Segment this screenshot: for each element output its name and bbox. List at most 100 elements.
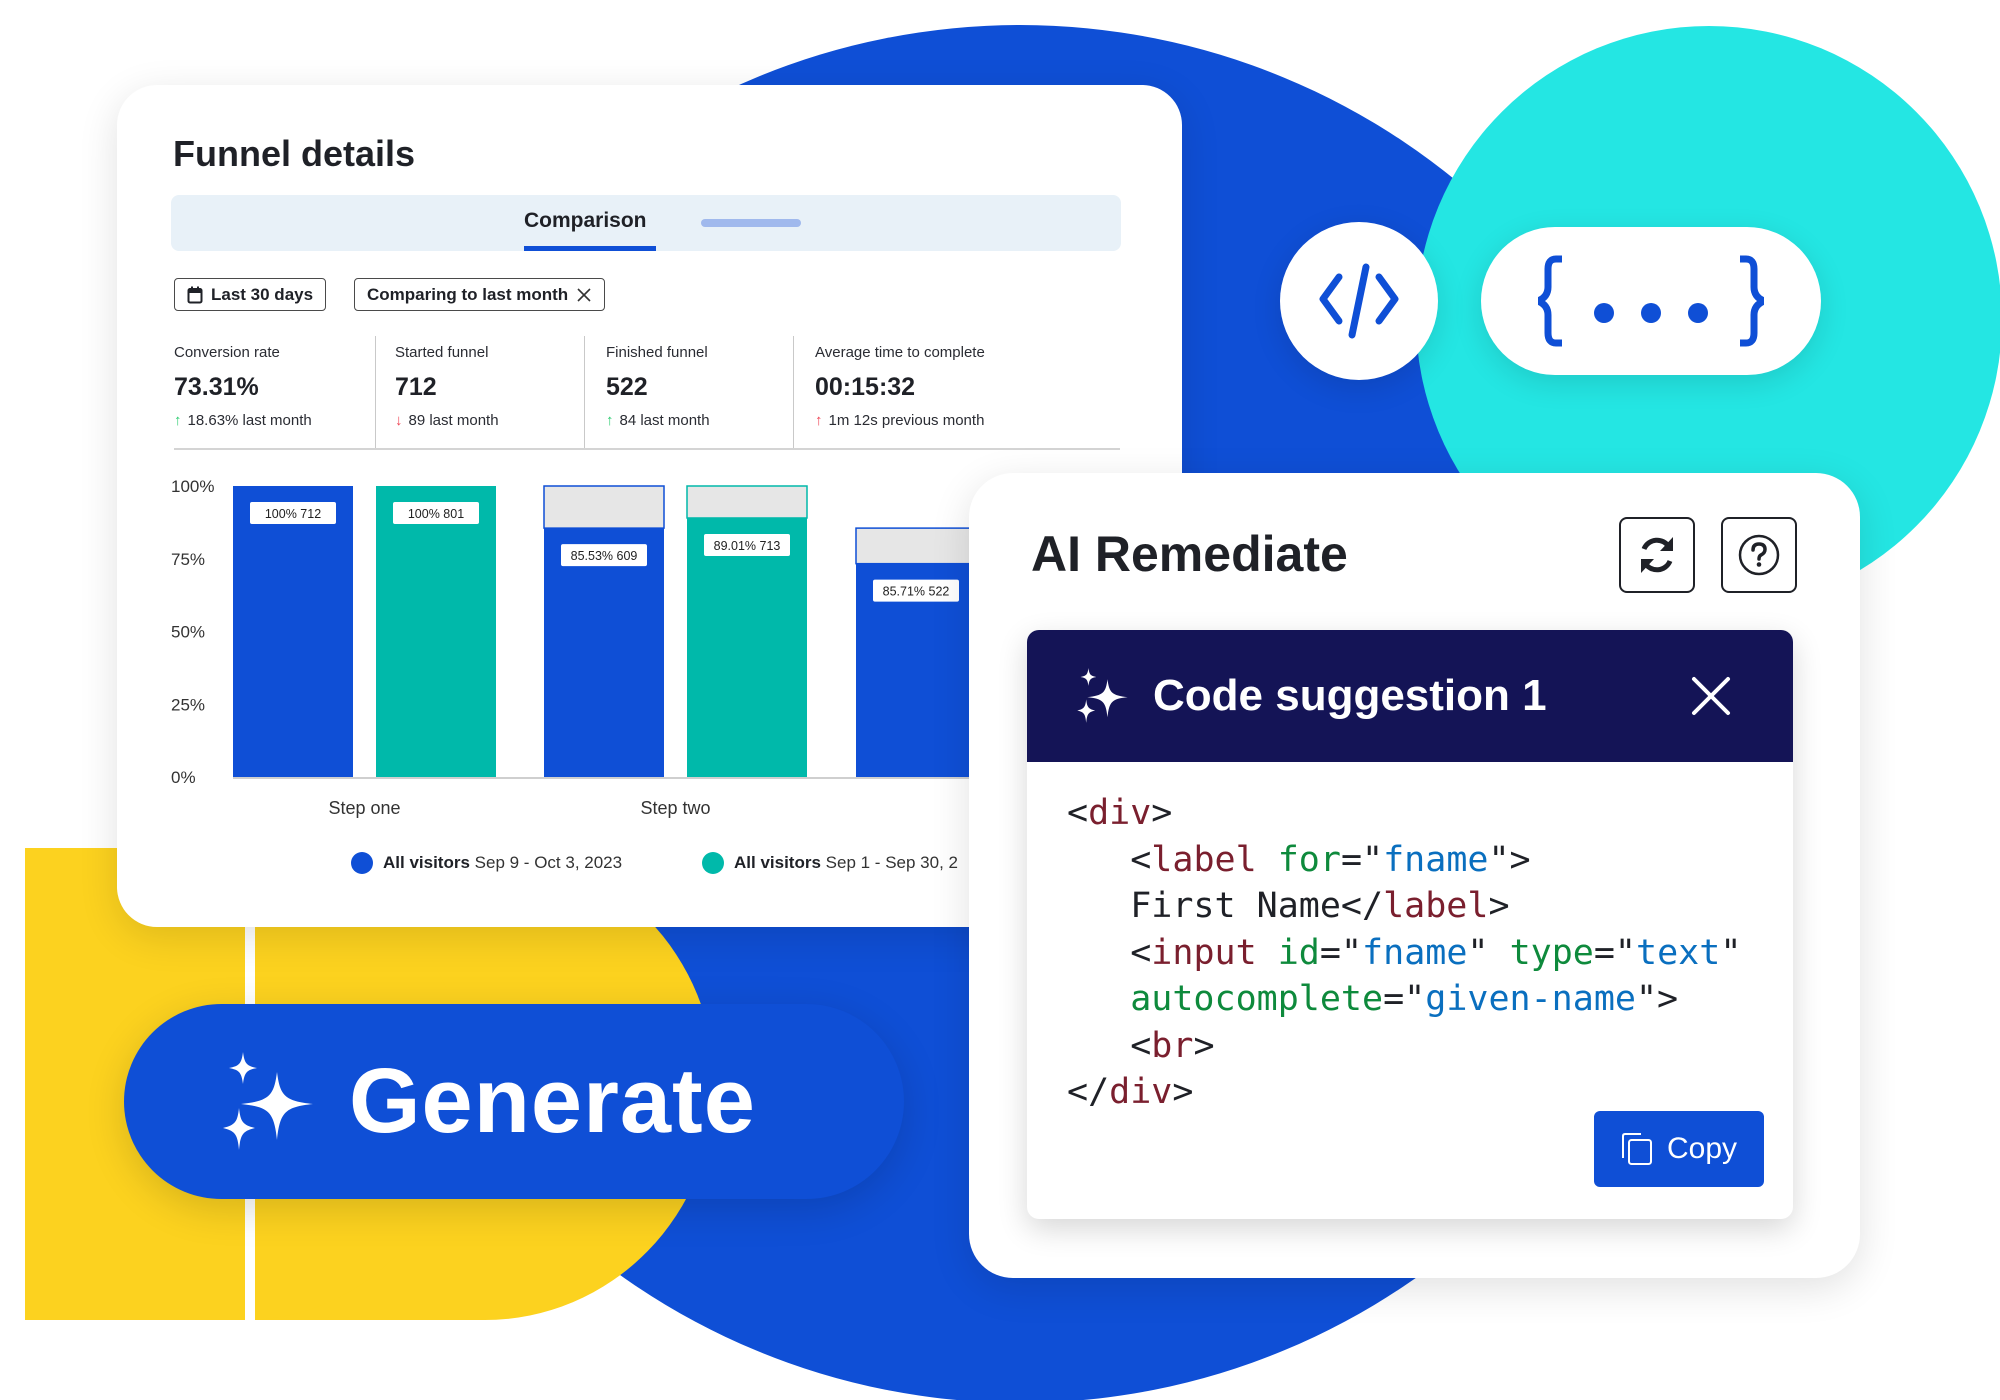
code-token-punc: >: [1172, 1072, 1194, 1112]
code-token-punc: >: [1488, 886, 1510, 926]
legend-range: Sep 1 - Sep 30, 2: [825, 853, 958, 872]
data-label-box: [561, 544, 647, 567]
tab-placeholder[interactable]: [701, 219, 801, 227]
data-label-box: [250, 502, 336, 524]
copy-label: Copy: [1666, 1132, 1738, 1165]
braces-icon: [1538, 255, 1764, 347]
stat-label: Conversion rate: [174, 344, 280, 361]
x-tick-label: Step two: [640, 798, 710, 818]
code-token-tag: div: [1109, 1072, 1173, 1112]
data-label: 100% 801: [408, 507, 464, 521]
data-label-box: [873, 579, 959, 602]
dropoff-bar: [855, 527, 977, 565]
date-range-label: Last 30 days: [211, 284, 314, 304]
stat-value: 712: [395, 373, 437, 401]
sparkles-icon: [1077, 668, 1128, 723]
generate-button[interactable]: Generate: [124, 1004, 904, 1199]
arrow-up-icon: ↑: [606, 412, 614, 429]
code-icon: [1319, 263, 1399, 339]
code-token-val: text: [1636, 932, 1721, 973]
stat-delta: 84 last month: [619, 412, 710, 429]
code-suggestion-panel: Code suggestion 1 <div> <label for="fnam…: [1027, 630, 1793, 1219]
stat-value: 00:15:32: [815, 373, 916, 401]
close-icon[interactable]: [1691, 676, 1731, 716]
tab-bar: Comparison: [171, 195, 1121, 251]
code-token-tag: br: [1151, 1025, 1194, 1066]
stat-delta: 89 last month: [408, 412, 499, 429]
code-line: <label for="fname">: [1067, 837, 1741, 884]
refresh-button[interactable]: [1619, 517, 1695, 593]
code-token-punc: ": [1720, 932, 1742, 973]
code-token-val: fname: [1383, 839, 1489, 880]
code-token-punc: </: [1067, 1072, 1110, 1112]
legend-dot-blue: [351, 852, 373, 874]
legend-range: Sep 9 - Oct 3, 2023: [474, 853, 623, 872]
code-token-val: fname: [1362, 932, 1468, 973]
code-token-attr: for: [1277, 839, 1341, 880]
date-range-chip[interactable]: Last 30 days: [174, 278, 327, 311]
comparison-chip[interactable]: Comparing to last month: [354, 278, 606, 311]
code-token-punc: [1257, 840, 1278, 880]
stat-divider: [584, 336, 585, 449]
y-tick-label: 75%: [171, 550, 205, 569]
stat-label: Started funnel: [395, 344, 489, 361]
code-block: <div> <label for="fname"> First Name</la…: [1067, 790, 1741, 1116]
bar-previous: [376, 486, 496, 777]
comparison-label: Comparing to last month: [367, 284, 569, 304]
bar-previous: [687, 517, 807, 777]
data-label: 85.53% 609: [571, 549, 638, 563]
code-token-punc: <: [1067, 932, 1152, 973]
bar-current: [233, 486, 353, 777]
stat-delta: 1m 12s previous month: [828, 412, 985, 429]
copy-icon: [1621, 1133, 1652, 1165]
active-tab-indicator: [524, 246, 656, 251]
code-token-punc: [1257, 933, 1278, 973]
bar-current: [544, 528, 664, 777]
copy-button[interactable]: Copy: [1594, 1111, 1764, 1187]
code-token-punc: ": [1467, 932, 1510, 973]
code-token-punc: First Name</: [1067, 886, 1384, 926]
legend-series-name: All visitors: [383, 853, 470, 872]
stat-conversion-rate: Conversion rate 73.31% ↑ 18.63% last mont…: [174, 344, 312, 449]
code-suggestion-header: Code suggestion 1: [1027, 630, 1793, 762]
code-token-punc: >: [1193, 1025, 1215, 1066]
code-line: autocomplete="given-name">: [1067, 976, 1741, 1023]
code-line: <input id="fname" type="text": [1067, 930, 1741, 977]
legend-item[interactable]: All visitors Sep 9 - Oct 3, 2023: [351, 852, 622, 874]
code-token-punc: =": [1319, 932, 1363, 973]
code-token-punc: <: [1067, 839, 1152, 880]
close-icon[interactable]: [576, 287, 592, 303]
help-icon: [1738, 534, 1780, 576]
stat-divider: [793, 336, 794, 449]
code-token-tag: div: [1088, 793, 1152, 833]
data-label-box: [704, 533, 790, 556]
y-tick-label: 50%: [171, 623, 205, 642]
code-token-punc: =": [1340, 839, 1384, 880]
stat-average-time: Average time to complete 00:15:32 ↑ 1m 12…: [815, 344, 985, 449]
y-tick-label: 0%: [171, 768, 196, 787]
code-token-attr: type: [1509, 932, 1594, 973]
legend-series-name: All visitors: [734, 853, 821, 872]
data-label: 85.71% 522: [883, 585, 950, 599]
stat-label: Average time to complete: [815, 344, 985, 361]
dropoff-bar: [543, 485, 665, 529]
arrow-down-icon: ↓: [395, 412, 403, 429]
legend-item[interactable]: All visitors Sep 1 - Sep 30, 2: [702, 852, 958, 874]
arrow-up-icon: ↑: [815, 412, 823, 429]
code-line: <div>: [1067, 790, 1741, 837]
stat-label: Finished funnel: [606, 344, 708, 361]
code-token-attr: id: [1277, 932, 1320, 973]
refresh-icon: [1641, 537, 1673, 573]
code-token-punc: ">: [1635, 979, 1679, 1019]
code-line: </div>: [1067, 1069, 1741, 1116]
legend-dot-teal: [702, 852, 724, 874]
stat-delta: 18.63% last month: [187, 412, 312, 429]
help-button[interactable]: [1721, 517, 1797, 593]
funnel-title: Funnel details: [173, 133, 416, 174]
code-bubble: [1280, 222, 1438, 380]
tab-comparison[interactable]: Comparison: [524, 209, 647, 233]
code-token-tag: label: [1383, 886, 1489, 926]
code-token-punc: =": [1593, 932, 1637, 973]
code-token-attr: autocomplete: [1130, 979, 1384, 1019]
data-label: 89.01% 713: [714, 539, 781, 553]
